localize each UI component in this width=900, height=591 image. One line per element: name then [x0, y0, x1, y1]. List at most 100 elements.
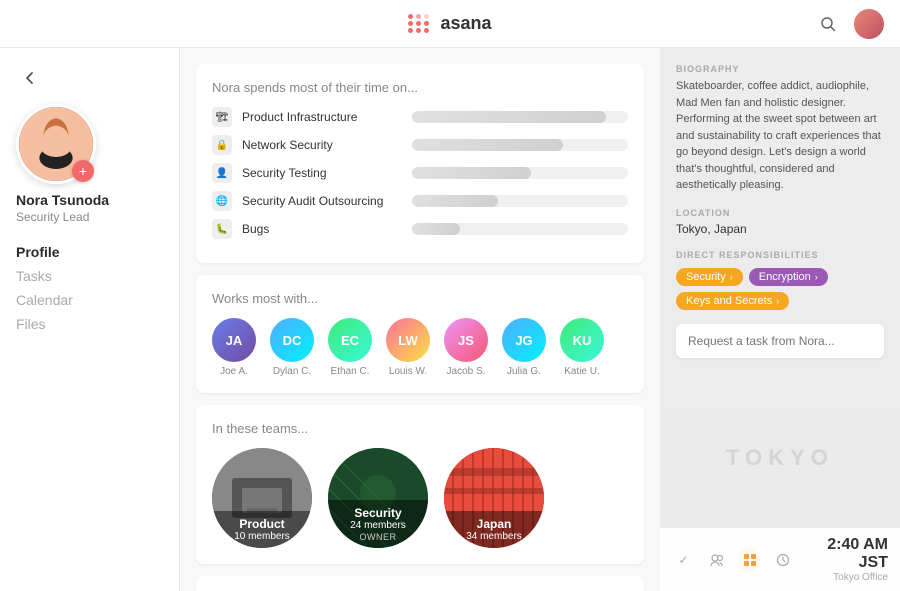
time-block: 2:40 AM JST Tokyo Office [804, 536, 888, 583]
collab-avatar-joe: JA [212, 318, 256, 362]
location-label: LOCATION [676, 208, 884, 218]
collab-louis[interactable]: LW Louis W. [386, 318, 430, 377]
bar-label-0: Product Infrastructure [242, 110, 402, 124]
bio-text: Skateboarder, coffee addict, audiophile,… [676, 78, 884, 194]
bar-icon-1: 🔒 [212, 135, 232, 155]
collab-avatar-jacob: JS [444, 318, 488, 362]
collab-avatar-ethan: EC [328, 318, 372, 362]
right-panel: TOKYO BIOGRAPHY Skateboarder, coffee add… [660, 48, 900, 591]
team-security[interactable]: Security 24 members OWNER [328, 448, 428, 548]
collab-katie[interactable]: KU Katie U. [560, 318, 604, 377]
bar-track-3 [412, 195, 628, 207]
bio-label: BIOGRAPHY [676, 64, 884, 74]
bar-item-2: 👤 Security Testing [212, 163, 628, 183]
collab-title: Works most with... [212, 291, 628, 306]
bar-icon-0: 🏗 [212, 107, 232, 127]
time-display: 2:40 AM JST [804, 536, 888, 572]
collab-name-jacob: Jacob S. [447, 366, 486, 377]
bar-track-2 [412, 167, 628, 179]
task-request-input[interactable] [688, 334, 872, 348]
tag-keys[interactable]: Keys and Secrets › [676, 292, 789, 310]
collab-avatar-katie: KU [560, 318, 604, 362]
collab-avatar-dylan: DC [270, 318, 314, 362]
tag-keys-label: Keys and Secrets [686, 295, 772, 307]
team-japan[interactable]: Japan 34 members [444, 448, 544, 548]
tag-encryption-label: Encryption [759, 271, 811, 283]
profile-role: Security Lead [16, 210, 89, 224]
tag-security-arrow: › [730, 272, 733, 282]
clock-icon-bottom[interactable] [771, 547, 794, 573]
people-icon-bottom[interactable] [705, 547, 728, 573]
team-overlay-security: Security 24 members OWNER [328, 500, 428, 548]
search-button[interactable] [814, 10, 842, 38]
tokyo-watermark: TOKYO [726, 445, 834, 471]
main-content: Nora spends most of their time on... 🏗 P… [180, 48, 660, 591]
back-button[interactable] [16, 64, 44, 92]
collab-name-katie: Katie U. [564, 366, 600, 377]
collab-name-joe: Joe A. [220, 366, 248, 377]
bar-label-2: Security Testing [242, 166, 402, 180]
collab-ethan[interactable]: EC Ethan C. [328, 318, 372, 377]
grid-icon-bottom[interactable] [738, 547, 761, 573]
sidebar-nav: Profile Tasks Calendar Files [16, 240, 73, 336]
bottom-bar: ✓ [660, 527, 900, 591]
tag-security-label: Security [686, 271, 726, 283]
teams-list: Product 10 members [212, 448, 628, 548]
nav-tasks[interactable]: Tasks [16, 264, 73, 288]
collab-name-louis: Louis W. [389, 366, 427, 377]
bars-list: 🏗 Product Infrastructure 🔒 Network Secur… [212, 107, 628, 239]
nav-profile[interactable]: Profile [16, 240, 73, 264]
profile-name: Nora Tsunoda [16, 192, 109, 208]
tags-list: Security › Encryption › Keys and Secrets… [676, 268, 884, 310]
collab-julia[interactable]: JG Julia G. [502, 318, 546, 377]
collab-avatar-louis: LW [386, 318, 430, 362]
location-section: LOCATION Tokyo, Japan [676, 208, 884, 236]
teams-title: In these teams... [212, 421, 628, 436]
collaborators-card: Works most with... JA Joe A. DC Dylan C.… [196, 275, 644, 393]
bar-item: 🏗 Product Infrastructure [212, 107, 628, 127]
app-header: asana [0, 0, 900, 48]
tag-security[interactable]: Security › [676, 268, 743, 286]
nav-files[interactable]: Files [16, 312, 73, 336]
timezone-display: Tokyo Office [804, 572, 888, 583]
collaborators-list: JA Joe A. DC Dylan C. EC Ethan C. LW Lou… [212, 318, 628, 377]
collab-jacob[interactable]: JS Jacob S. [444, 318, 488, 377]
user-avatar-header[interactable] [854, 9, 884, 39]
bar-item-3: 🌐 Security Audit Outsourcing [212, 191, 628, 211]
task-request-wrap [676, 324, 884, 358]
main-layout: + Nora Tsunoda Security Lead Profile Tas… [0, 48, 900, 591]
logo: asana [408, 13, 491, 34]
header-actions [814, 9, 884, 39]
time-spent-title: Nora spends most of their time on... [212, 80, 628, 95]
team-overlay-japan: Japan 34 members [444, 511, 544, 548]
nav-calendar[interactable]: Calendar [16, 288, 73, 312]
team-product[interactable]: Product 10 members [212, 448, 312, 548]
bar-item-4: 🐛 Bugs [212, 219, 628, 239]
team-overlay-product: Product 10 members [212, 511, 312, 548]
responsibilities-section: DIRECT RESPONSIBILITIES Security › Encry… [676, 250, 884, 310]
bar-track-0 [412, 111, 628, 123]
logo-text: asana [440, 13, 491, 34]
logo-icon [408, 14, 430, 33]
bar-label-1: Network Security [242, 138, 402, 152]
check-icon-bottom[interactable]: ✓ [672, 547, 695, 573]
sidebar: + Nora Tsunoda Security Lead Profile Tas… [0, 48, 180, 591]
collab-name-ethan: Ethan C. [331, 366, 370, 377]
bar-track-1 [412, 139, 628, 151]
collab-joe[interactable]: JA Joe A. [212, 318, 256, 377]
collab-dylan[interactable]: DC Dylan C. [270, 318, 314, 377]
team-circle-japan: Japan 34 members [444, 448, 544, 548]
collab-name-dylan: Dylan C. [273, 366, 311, 377]
bar-icon-4: 🐛 [212, 219, 232, 239]
bar-item-1: 🔒 Network Security [212, 135, 628, 155]
tag-encryption[interactable]: Encryption › [749, 268, 828, 286]
collab-avatar-julia: JG [502, 318, 546, 362]
add-button[interactable]: + [72, 160, 94, 182]
right-panel-content: BIOGRAPHY Skateboarder, coffee addict, a… [676, 64, 884, 358]
time-spent-card: Nora spends most of their time on... 🏗 P… [196, 64, 644, 263]
profile-avatar-wrap: + [16, 104, 96, 184]
teams-card: In these teams... Product 10 members [196, 405, 644, 564]
tag-encryption-arrow: › [815, 272, 818, 282]
bar-label-3: Security Audit Outsourcing [242, 194, 402, 208]
activities-card: Recent activities ✓ Completed May 2016 P… [196, 576, 644, 591]
